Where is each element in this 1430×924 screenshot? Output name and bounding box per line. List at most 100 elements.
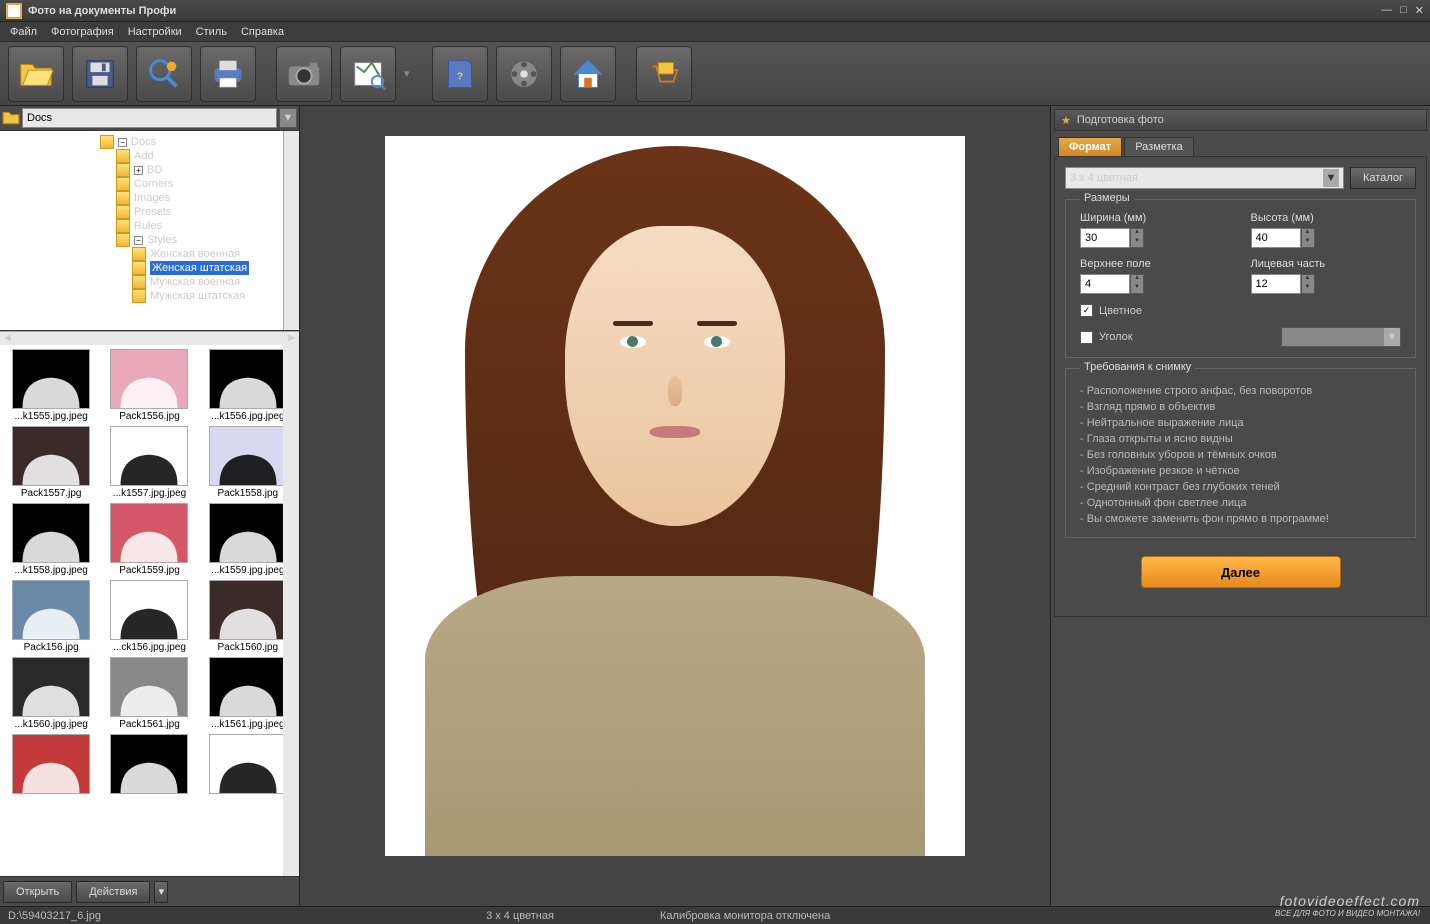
help-button[interactable]: ? bbox=[432, 46, 488, 102]
minimize-icon[interactable]: — bbox=[1381, 4, 1392, 17]
thumbnail-item[interactable]: Pack1559.jpg bbox=[102, 503, 196, 576]
thumbnail-item[interactable] bbox=[102, 734, 196, 796]
width-input[interactable] bbox=[1080, 228, 1130, 248]
scan-button[interactable] bbox=[340, 46, 396, 102]
tree-scrollbar[interactable] bbox=[283, 131, 299, 330]
face-part-input[interactable] bbox=[1251, 274, 1301, 294]
maximize-icon[interactable]: □ bbox=[1400, 4, 1407, 17]
open-button[interactable]: Открыть bbox=[3, 881, 72, 903]
status-format: 3 x 4 цветная bbox=[486, 910, 554, 922]
height-input[interactable] bbox=[1251, 228, 1301, 248]
thumbnail-label: Pack1559.jpg bbox=[119, 565, 180, 576]
path-input[interactable] bbox=[22, 108, 277, 128]
open-folder-button[interactable] bbox=[8, 46, 64, 102]
tree-item: Rules bbox=[116, 219, 299, 233]
panel-title: Подготовка фото bbox=[1077, 114, 1164, 126]
corner-checkbox[interactable] bbox=[1080, 331, 1093, 344]
tree-item: Мужская военная bbox=[132, 275, 299, 289]
next-button[interactable]: Далее bbox=[1141, 556, 1341, 588]
thumbnail-item[interactable]: ...k1560.jpg.jpeg bbox=[4, 657, 98, 730]
preview-button[interactable] bbox=[136, 46, 192, 102]
requirements-legend: Требования к снимку bbox=[1080, 361, 1195, 373]
requirement-item: Глаза открыты и ясно видны bbox=[1080, 431, 1401, 447]
thumbnail-item[interactable]: ...k1555.jpg.jpeg bbox=[4, 349, 98, 422]
thumbnail-label: ...k1557.jpg.jpeg bbox=[113, 488, 186, 499]
path-dropdown[interactable]: ▼ bbox=[279, 108, 297, 128]
folder-icon bbox=[2, 109, 20, 127]
tree-item: Corners bbox=[116, 177, 299, 191]
tree-item: Женская военная bbox=[132, 247, 299, 261]
tree-item: Женская штатская bbox=[132, 261, 299, 275]
requirement-item: Взгляд прямо в объектив bbox=[1080, 399, 1401, 415]
thumbnail-item[interactable]: ...k1557.jpg.jpeg bbox=[102, 426, 196, 499]
window-title: Фото на документы Профи bbox=[28, 5, 1381, 17]
top-margin-input[interactable] bbox=[1080, 274, 1130, 294]
thumbnail-item[interactable]: ...k1561.jpg.jpeg bbox=[201, 657, 295, 730]
star-icon: ★ bbox=[1061, 114, 1071, 127]
thumbnail-item[interactable] bbox=[4, 734, 98, 796]
home-button[interactable] bbox=[560, 46, 616, 102]
right-panel: ★ Подготовка фото Формат Разметка 3 x 4 … bbox=[1050, 106, 1430, 906]
corner-select[interactable]: ▼ bbox=[1281, 327, 1401, 347]
thumbnail-label: ...k1555.jpg.jpeg bbox=[14, 411, 87, 422]
thumbnail-label: ...ck156.jpg.jpeg bbox=[113, 642, 186, 653]
close-icon[interactable]: ✕ bbox=[1415, 4, 1424, 17]
menu-settings[interactable]: Настройки bbox=[128, 26, 182, 38]
thumbnail-item[interactable]: Pack1560.jpg bbox=[201, 580, 295, 653]
menu-style[interactable]: Стиль bbox=[196, 26, 227, 38]
width-spinner[interactable]: ▲▼ bbox=[1130, 228, 1144, 248]
thumbnail-item[interactable]: ...k1556.jpg.jpeg bbox=[201, 349, 295, 422]
corner-label: Уголок bbox=[1099, 331, 1133, 343]
format-select[interactable]: 3 x 4 цветная▼ bbox=[1065, 167, 1344, 189]
thumbnail-item[interactable]: ...ck156.jpg.jpeg bbox=[102, 580, 196, 653]
catalog-button[interactable]: Каталог bbox=[1350, 167, 1416, 189]
photo-preview bbox=[385, 136, 965, 856]
tree-item: Мужская штатская bbox=[132, 289, 299, 303]
height-spinner[interactable]: ▲▼ bbox=[1301, 228, 1315, 248]
svg-text:?: ? bbox=[457, 71, 463, 82]
menu-photo[interactable]: Фотография bbox=[51, 26, 114, 38]
thumbnail-label: ...k1560.jpg.jpeg bbox=[14, 719, 87, 730]
requirement-item: Однотонный фон светлее лица bbox=[1080, 495, 1401, 511]
requirement-item: Расположение строго анфас, без поворотов bbox=[1080, 383, 1401, 399]
camera-button[interactable] bbox=[276, 46, 332, 102]
cart-button[interactable] bbox=[636, 46, 692, 102]
toolbar: ▾ ? bbox=[0, 42, 1430, 106]
save-button[interactable] bbox=[72, 46, 128, 102]
thumbnail-item[interactable]: Pack1557.jpg bbox=[4, 426, 98, 499]
requirement-item: Вы сможете заменить фон прямо в программ… bbox=[1080, 511, 1401, 527]
thumbnail-label: Pack1558.jpg bbox=[218, 488, 279, 499]
menu-help[interactable]: Справка bbox=[241, 26, 284, 38]
titlebar: Фото на документы Профи — □ ✕ bbox=[0, 0, 1430, 22]
thumbnail-item[interactable]: Pack156.jpg bbox=[4, 580, 98, 653]
thumbnail-label: ...k1561.jpg.jpeg bbox=[211, 719, 284, 730]
print-button[interactable] bbox=[200, 46, 256, 102]
thumbnail-item[interactable]: Pack1561.jpg bbox=[102, 657, 196, 730]
folder-tree[interactable]: −Docs Add +BD Corners Images Presets Rul… bbox=[0, 131, 299, 331]
menu-file[interactable]: Файл bbox=[10, 26, 37, 38]
requirement-item: Нейтральное выражение лица bbox=[1080, 415, 1401, 431]
thumbnail-grid: ...k1555.jpg.jpeg Pack1556.jpg ...k1556.jp… bbox=[0, 345, 299, 876]
width-label: Ширина (мм) bbox=[1080, 212, 1231, 224]
face-part-label: Лицевая часть bbox=[1251, 258, 1402, 270]
tree-item: Add bbox=[116, 149, 299, 163]
top-spinner[interactable]: ▲▼ bbox=[1130, 274, 1144, 294]
thumbnail-item[interactable]: ...k1559.jpg.jpeg bbox=[201, 503, 295, 576]
tab-markup[interactable]: Разметка bbox=[1124, 137, 1194, 156]
actions-button[interactable]: Действия bbox=[76, 881, 150, 903]
thumbnail-item[interactable]: Pack1556.jpg bbox=[102, 349, 196, 422]
status-file: D:\59403217_6.jpg bbox=[8, 910, 101, 922]
actions-dropdown[interactable]: ▾ bbox=[154, 881, 168, 903]
video-button[interactable] bbox=[496, 46, 552, 102]
thumbnail-label: ...k1556.jpg.jpeg bbox=[211, 411, 284, 422]
face-spinner[interactable]: ▲▼ bbox=[1301, 274, 1315, 294]
thumbnail-item[interactable]: Pack1558.jpg bbox=[201, 426, 295, 499]
thumbs-scrollbar[interactable] bbox=[283, 345, 299, 876]
color-checkbox[interactable]: ✓ bbox=[1080, 304, 1093, 317]
thumbnail-label: Pack1557.jpg bbox=[21, 488, 82, 499]
top-margin-label: Верхнее поле bbox=[1080, 258, 1231, 270]
thumbnail-item[interactable] bbox=[201, 734, 295, 796]
tab-format[interactable]: Формат bbox=[1058, 137, 1122, 156]
thumbnail-item[interactable]: ...k1558.jpg.jpeg bbox=[4, 503, 98, 576]
thumbnail-label: Pack1561.jpg bbox=[119, 719, 180, 730]
